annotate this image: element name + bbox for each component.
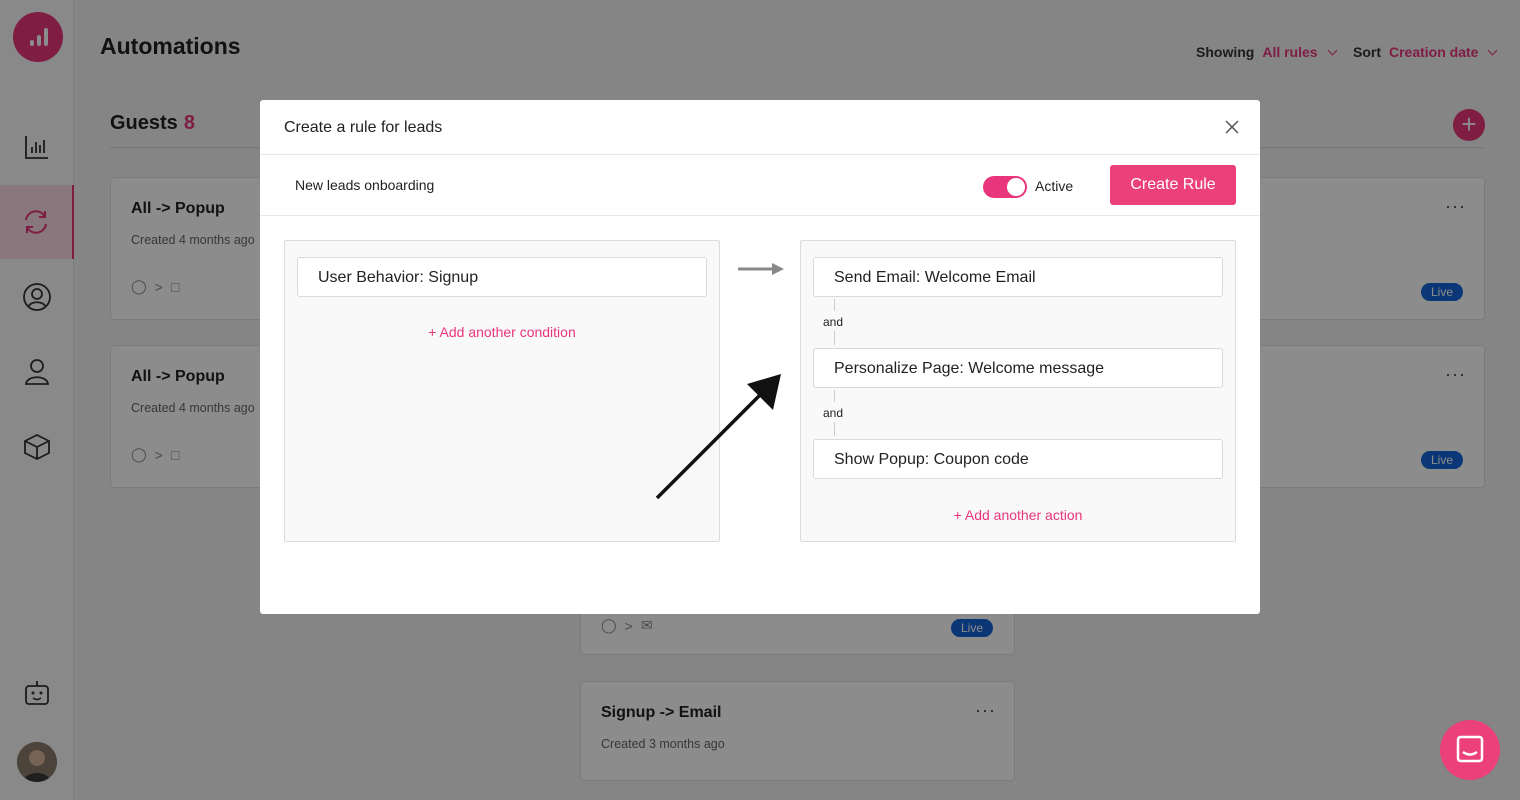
modal-title: Create a rule for leads	[284, 119, 443, 136]
active-label: Active	[1035, 178, 1074, 194]
arrow-right-icon	[738, 263, 784, 275]
toggle-knob	[1007, 178, 1025, 196]
connector-line	[834, 331, 835, 345]
and-label: and	[823, 406, 844, 420]
and-label: and	[823, 315, 844, 329]
create-rule-modal: Create a rule for leads New leads onboar…	[260, 100, 1260, 614]
condition-item[interactable]: User Behavior: Signup	[297, 257, 707, 297]
close-icon[interactable]	[1224, 119, 1240, 135]
rule-name[interactable]: New leads onboarding	[295, 177, 434, 193]
connector-line	[834, 299, 835, 311]
active-toggle[interactable]	[983, 176, 1027, 198]
modal-toolbar: New leads onboarding Active Create Rule	[260, 155, 1260, 216]
add-condition-link[interactable]: + Add another condition	[285, 324, 719, 340]
actions-panel: Send Email: Welcome Email and Personaliz…	[800, 240, 1236, 542]
action-item[interactable]: Show Popup: Coupon code	[813, 439, 1223, 479]
connector-line	[834, 422, 835, 436]
chat-icon	[1456, 735, 1484, 763]
modal-header: Create a rule for leads	[260, 100, 1260, 155]
connector-line	[834, 390, 835, 402]
add-action-link[interactable]: + Add another action	[801, 507, 1235, 523]
action-item[interactable]: Send Email: Welcome Email	[813, 257, 1223, 297]
annotation-arrow-icon	[655, 374, 781, 500]
create-rule-button[interactable]: Create Rule	[1110, 165, 1236, 205]
chat-launcher-button[interactable]	[1440, 720, 1500, 780]
action-item[interactable]: Personalize Page: Welcome message	[813, 348, 1223, 388]
